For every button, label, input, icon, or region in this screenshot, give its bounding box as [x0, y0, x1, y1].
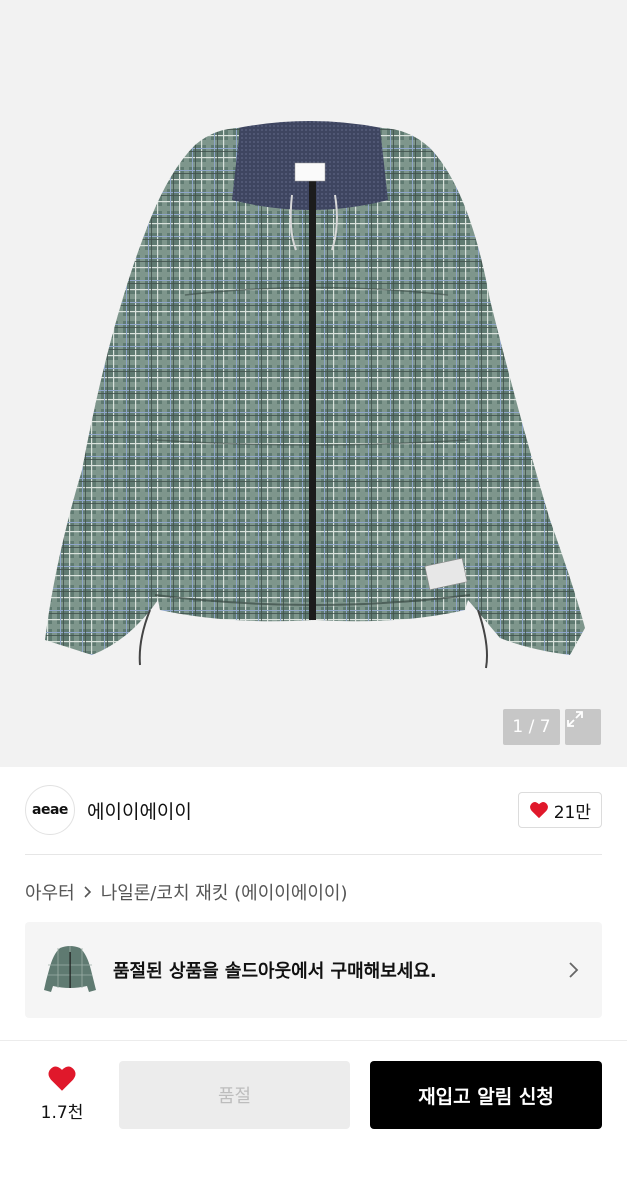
chevron-right-icon: [569, 962, 579, 978]
breadcrumb: 아우터 나일론/코치 재킷 (에이이에이이): [25, 879, 348, 905]
brand-row: aeae 에이이에이이 21만: [25, 783, 602, 837]
bottom-action-bar: 1.7천 품절 재입고 알림 신청: [0, 1040, 627, 1200]
heart-icon: [529, 802, 548, 819]
chevron-right-icon: [84, 886, 91, 898]
wishlist-count: 1.7천: [40, 1103, 84, 1123]
product-thumbnail: [44, 946, 96, 992]
wishlist-button[interactable]: 1.7천: [28, 1065, 96, 1123]
heart-icon: [48, 1066, 76, 1091]
soldout-button-label: 품절: [217, 1086, 252, 1107]
restock-alert-button[interactable]: 재입고 알림 신청: [370, 1061, 602, 1129]
product-image-gallery[interactable]: 1 / 7: [0, 0, 627, 767]
brand-like-button[interactable]: 21만: [517, 792, 602, 828]
soldout-button: 품절: [119, 1061, 350, 1129]
expand-arrows-icon: [567, 711, 583, 727]
restock-alert-button-label: 재입고 알림 신청: [418, 1085, 554, 1108]
brand-name[interactable]: 에이이에이이: [87, 797, 192, 824]
breadcrumb-item-category[interactable]: 나일론/코치 재킷 (에이이에이이): [101, 879, 348, 905]
expand-image-button[interactable]: [565, 709, 601, 745]
image-counter-text: 1 / 7: [512, 717, 551, 737]
divider: [25, 854, 602, 855]
soldout-banner-text: 품절된 상품을 솔드아웃에서 구매해보세요.: [113, 961, 437, 982]
image-counter: 1 / 7: [503, 709, 560, 745]
breadcrumb-item-outer[interactable]: 아우터: [25, 879, 75, 905]
brand-logo-text: aeae: [32, 802, 68, 818]
brand-logo[interactable]: aeae: [25, 785, 75, 835]
soldout-banner[interactable]: 품절된 상품을 솔드아웃에서 구매해보세요.: [25, 922, 602, 1018]
product-jacket-image: [45, 121, 585, 669]
brand-like-count: 21만: [553, 802, 591, 823]
